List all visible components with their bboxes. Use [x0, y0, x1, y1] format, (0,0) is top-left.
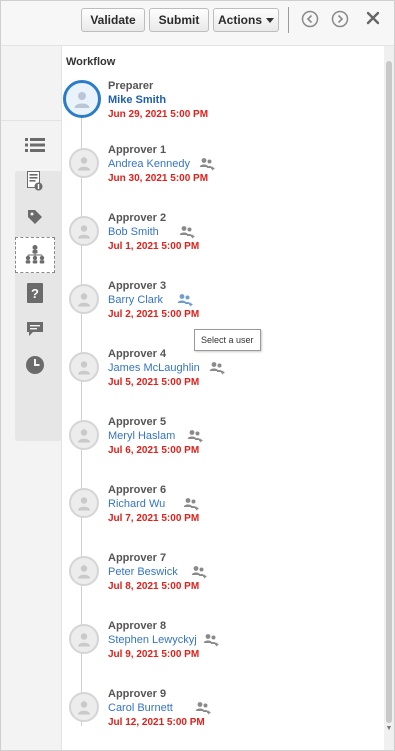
- submit-label: Submit: [158, 13, 200, 27]
- step-role: Approver 2: [108, 212, 167, 224]
- workflow-step: Approver 8 Stephen Lewyckyj Jul 9, 2021 …: [62, 620, 362, 680]
- select-user-icon[interactable]: [209, 361, 225, 375]
- actions-menu-button[interactable]: Actions: [213, 8, 279, 32]
- comment-icon[interactable]: [15, 311, 55, 347]
- assignee-link[interactable]: Richard Wu: [108, 498, 165, 510]
- panel-title: Workflow: [66, 56, 116, 68]
- list-icon[interactable]: [15, 127, 55, 163]
- step-role: Preparer: [108, 80, 154, 92]
- select-user-icon[interactable]: [187, 429, 203, 443]
- workflow-step: Approver 9 Carol Burnett Jul 12, 2021 5:…: [62, 688, 362, 748]
- due-date: Jul 6, 2021 5:00 PM: [108, 445, 200, 456]
- assignee-link[interactable]: James McLaughlin: [108, 362, 200, 374]
- step-role: Approver 3: [108, 280, 167, 292]
- step-role: Approver 5: [108, 416, 167, 428]
- select-user-icon[interactable]: [183, 497, 199, 511]
- scroll-down-arrow-icon[interactable]: ▼: [385, 725, 393, 733]
- avatar: [69, 420, 99, 450]
- assignee-link[interactable]: Carol Burnett: [108, 702, 173, 714]
- workflow-window: Validate Submit Actions ? Workflow Prepa…: [0, 0, 395, 751]
- due-date: Jun 30, 2021 5:00 PM: [108, 173, 209, 184]
- help-icon[interactable]: ?: [15, 275, 55, 311]
- workflow-panel: Workflow Preparer Mike Smith Jun 29, 202…: [62, 46, 384, 750]
- select-user-icon[interactable]: [195, 701, 211, 715]
- step-role: Approver 6: [108, 484, 167, 496]
- tag-icon[interactable]: [15, 199, 55, 235]
- assignee-link[interactable]: Stephen Lewyckyj: [108, 634, 197, 646]
- scrollbar-thumb[interactable]: [386, 61, 392, 723]
- due-date: Jun 29, 2021 5:00 PM: [108, 109, 209, 120]
- step-role: Approver 1: [108, 144, 167, 156]
- hierarchy-icon[interactable]: [15, 237, 55, 273]
- strip-divider: [1, 120, 61, 121]
- avatar: [69, 692, 99, 722]
- workflow-step: Preparer Mike Smith Jun 29, 2021 5:00 PM: [62, 80, 362, 140]
- workflow-step: Approver 1 Andrea Kennedy Jun 30, 2021 5…: [62, 144, 362, 204]
- select-user-tooltip: Select a user: [194, 329, 261, 351]
- avatar: [63, 80, 101, 118]
- step-role: Approver 7: [108, 552, 167, 564]
- toolbar: Validate Submit Actions: [1, 1, 394, 46]
- previous-icon[interactable]: [300, 9, 320, 29]
- workflow-step: Approver 2 Bob Smith Jul 1, 2021 5:00 PM: [62, 212, 362, 272]
- toolbar-separator: [288, 7, 289, 33]
- validate-label: Validate: [90, 13, 136, 27]
- caret-down-icon: [266, 17, 274, 23]
- svg-text:?: ?: [31, 286, 39, 301]
- assignee-link[interactable]: Barry Clark: [108, 294, 163, 306]
- workflow-step: Approver 7 Peter Beswick Jul 8, 2021 5:0…: [62, 552, 362, 612]
- actions-label: Actions: [217, 13, 262, 27]
- select-user-icon[interactable]: [177, 293, 193, 307]
- step-role: Approver 4: [108, 348, 167, 360]
- document-icon[interactable]: [15, 163, 55, 199]
- avatar: [69, 148, 99, 178]
- avatar: [69, 284, 99, 314]
- avatar: [69, 624, 99, 654]
- select-user-icon[interactable]: [179, 225, 195, 239]
- due-date: Jul 9, 2021 5:00 PM: [108, 649, 200, 660]
- workflow-step: Approver 6 Richard Wu Jul 7, 2021 5:00 P…: [62, 484, 362, 544]
- close-icon[interactable]: [363, 8, 383, 28]
- avatar: [69, 352, 99, 382]
- validate-button[interactable]: Validate: [81, 8, 145, 32]
- select-user-icon[interactable]: [191, 565, 207, 579]
- select-user-icon[interactable]: [199, 157, 215, 171]
- workflow-step: Approver 4 James McLaughlin Jul 5, 2021 …: [62, 348, 362, 408]
- select-user-icon[interactable]: [203, 633, 219, 647]
- avatar: [69, 488, 99, 518]
- due-date: Jul 8, 2021 5:00 PM: [108, 581, 200, 592]
- clock-icon[interactable]: [15, 347, 55, 383]
- due-date: Jul 7, 2021 5:00 PM: [108, 513, 200, 524]
- assignee-link[interactable]: Andrea Kennedy: [108, 158, 190, 170]
- avatar: [69, 556, 99, 586]
- assignee-link[interactable]: Bob Smith: [108, 226, 159, 238]
- due-date: Jul 1, 2021 5:00 PM: [108, 241, 200, 252]
- left-tab-strip: ?: [1, 46, 62, 750]
- submit-button[interactable]: Submit: [149, 8, 209, 32]
- assignee-link[interactable]: Mike Smith: [108, 94, 166, 106]
- due-date: Jul 2, 2021 5:00 PM: [108, 309, 200, 320]
- assignee-link[interactable]: Meryl Haslam: [108, 430, 175, 442]
- avatar: [69, 216, 99, 246]
- assignee-link[interactable]: Peter Beswick: [108, 566, 178, 578]
- step-role: Approver 9: [108, 688, 167, 700]
- workflow-step: Approver 5 Meryl Haslam Jul 6, 2021 5:00…: [62, 416, 362, 476]
- step-role: Approver 8: [108, 620, 167, 632]
- due-date: Jul 12, 2021 5:00 PM: [108, 717, 205, 728]
- due-date: Jul 5, 2021 5:00 PM: [108, 377, 200, 388]
- next-icon[interactable]: [330, 9, 350, 29]
